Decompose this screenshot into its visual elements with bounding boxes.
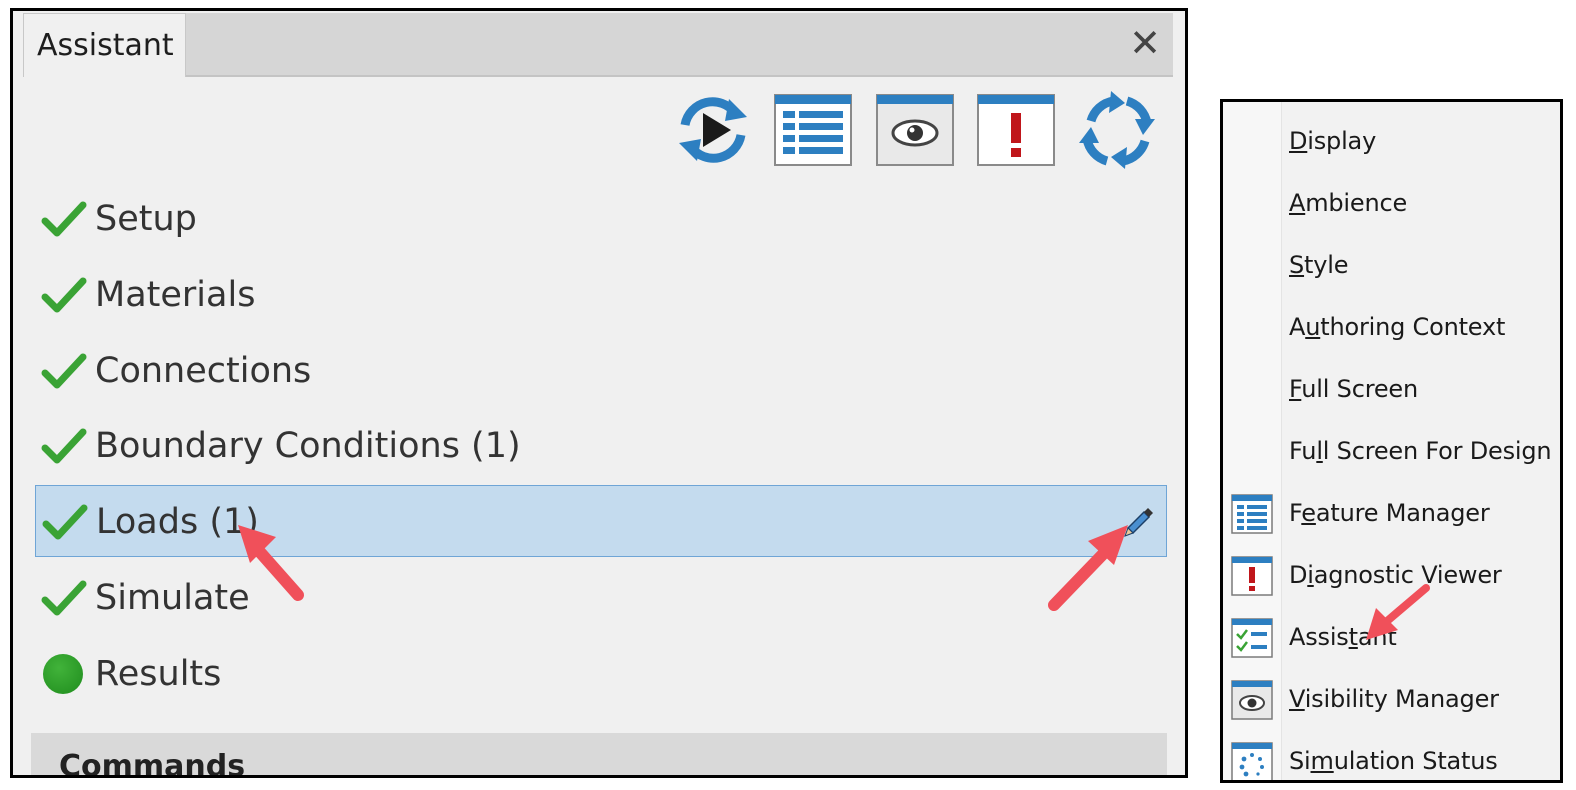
commands-label: Commands: [59, 749, 246, 778]
visibility-icon[interactable]: [875, 91, 955, 169]
menu-item-ambience[interactable]: Ambience: [1223, 174, 1560, 236]
menu-item-full-screen-for-design[interactable]: Full Screen For Design: [1223, 422, 1560, 484]
check-icon: [42, 504, 88, 540]
menu-item-feature-manager[interactable]: Feature Manager: [1223, 484, 1560, 546]
menu-item-label: Full Screen: [1289, 375, 1418, 403]
step-boundary-conditions[interactable]: Boundary Conditions (1): [35, 410, 1167, 482]
step-label: Loads (1): [96, 502, 259, 542]
menu-item-simulation-status[interactable]: Simulation Status: [1223, 732, 1560, 780]
step-label: Simulate: [95, 578, 250, 618]
feature-manager-icon: [1231, 494, 1273, 534]
step-simulate[interactable]: Simulate: [35, 562, 1167, 634]
step-label: Materials: [95, 275, 256, 315]
simulation-status-icon: [1231, 742, 1273, 780]
refresh-icon[interactable]: [1077, 91, 1157, 169]
menu-item-label: Diagnostic Viewer: [1289, 561, 1502, 589]
menu-item-label: Simulation Status: [1289, 747, 1498, 775]
pencil-icon[interactable]: [1122, 504, 1156, 538]
view-menu: Display Ambience Style Authoring Context Ful…: [1220, 99, 1563, 783]
menu-item-label: Full Screen For Design: [1289, 437, 1552, 465]
check-icon: [41, 580, 87, 616]
step-setup[interactable]: Setup: [35, 183, 1167, 255]
check-icon: [41, 428, 87, 464]
status-dot-icon: [43, 654, 83, 694]
menu-item-label: Visibility Manager: [1289, 685, 1499, 713]
menu-item-label: Authoring Context: [1289, 313, 1506, 341]
commands-header[interactable]: Commands: [31, 733, 1167, 778]
diagnostic-icon[interactable]: [976, 91, 1056, 169]
menu-item-full-screen[interactable]: Full Screen: [1223, 360, 1560, 422]
step-materials[interactable]: Materials: [35, 259, 1167, 331]
close-button[interactable]: ✕: [1127, 24, 1163, 62]
feature-manager-icon[interactable]: [773, 91, 853, 169]
menu-item-label: Style: [1289, 251, 1349, 279]
assistant-panel: Assistant ✕ Setup Materials Connections …: [10, 8, 1188, 778]
check-icon: [41, 201, 87, 237]
step-label: Boundary Conditions (1): [95, 426, 521, 466]
assistant-icon: [1231, 618, 1273, 658]
assistant-tab-label: Assistant: [37, 28, 174, 63]
menu-item-label: Ambience: [1289, 189, 1408, 217]
assistant-tab[interactable]: Assistant: [23, 13, 186, 77]
run-icon[interactable]: [673, 91, 753, 169]
menu-item-assistant[interactable]: Assistant: [1223, 608, 1560, 670]
diagnostic-icon: [1231, 556, 1273, 596]
step-label: Setup: [95, 199, 197, 239]
step-loads[interactable]: Loads (1): [35, 485, 1167, 557]
menu-item-display[interactable]: Display: [1223, 112, 1560, 174]
visibility-icon: [1231, 680, 1273, 720]
menu-item-visibility-manager[interactable]: Visibility Manager: [1223, 670, 1560, 732]
menu-item-diagnostic-viewer[interactable]: Diagnostic Viewer: [1223, 546, 1560, 608]
step-results[interactable]: Results: [35, 638, 1167, 710]
menu-item-label: Assistant: [1289, 623, 1397, 651]
check-icon: [41, 353, 87, 389]
menu-item-label: Feature Manager: [1289, 499, 1490, 527]
menu-item-authoring-context[interactable]: Authoring Context: [1223, 298, 1560, 360]
menu-item-style[interactable]: Style: [1223, 236, 1560, 298]
menu-item-label: Display: [1289, 127, 1377, 155]
step-connections[interactable]: Connections: [35, 335, 1167, 407]
step-label: Results: [95, 654, 222, 694]
step-label: Connections: [95, 351, 312, 391]
panel-header: Assistant ✕: [23, 13, 1173, 77]
check-icon: [41, 277, 87, 313]
